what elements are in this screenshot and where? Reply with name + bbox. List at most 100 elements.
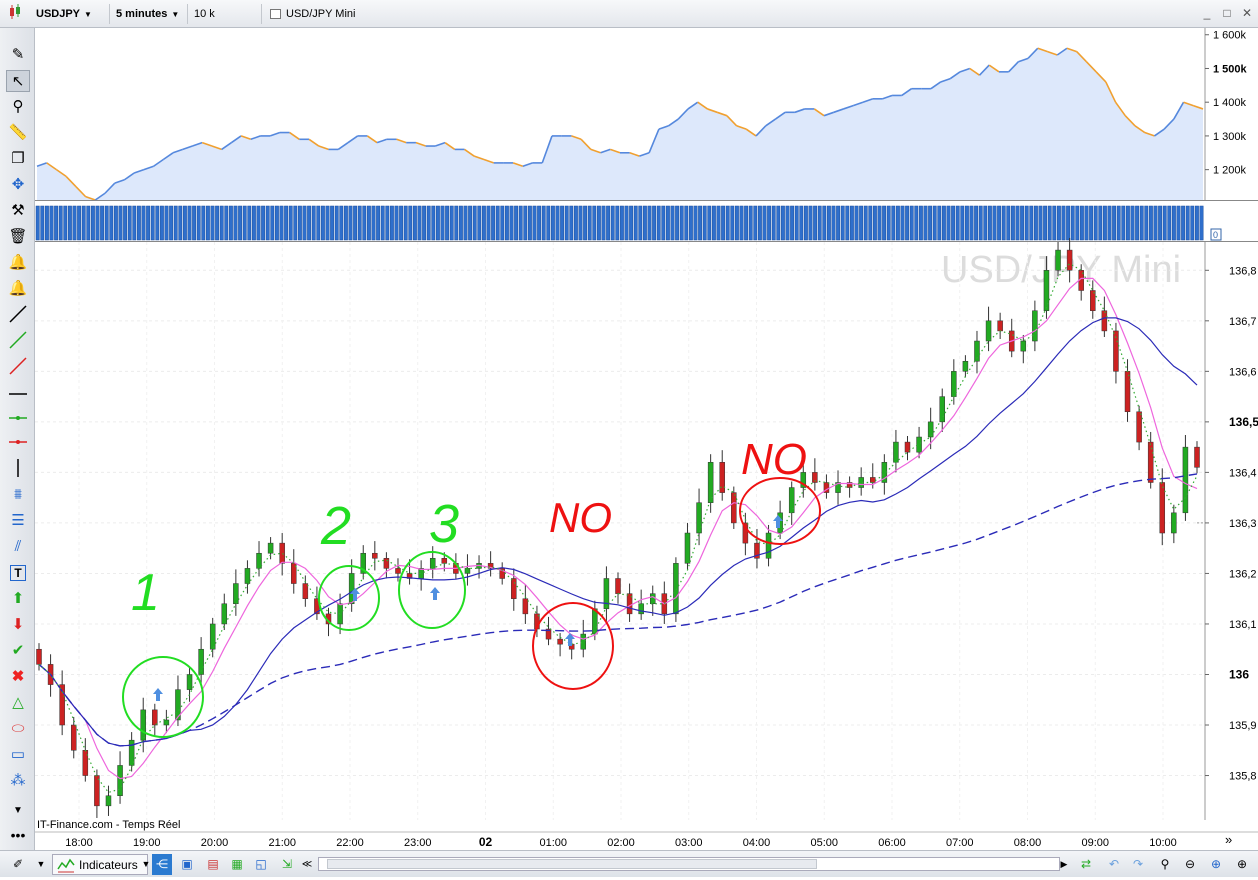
chart-title-text: USD/JPY Mini — [286, 8, 356, 20]
arrow-up-icon[interactable]: ⬆ — [6, 588, 30, 610]
time-tick-label: 10:00 — [1149, 837, 1177, 849]
volume-bar — [923, 205, 928, 241]
bell-icon[interactable]: 🔔 — [6, 278, 30, 300]
move-icon[interactable]: ✥ — [6, 174, 30, 196]
scroll-right-icon[interactable]: ▶ — [1058, 854, 1070, 875]
ruler-icon[interactable]: 📏 — [6, 122, 30, 144]
candle-body — [1171, 512, 1177, 534]
chevron-down-icon[interactable]: ▼ — [140, 854, 152, 875]
volume-bar — [610, 205, 615, 241]
close-button[interactable]: ✕ — [1240, 6, 1254, 20]
scroll-thumb[interactable] — [327, 859, 817, 869]
volume-bar — [785, 205, 790, 241]
volume-bar — [638, 205, 643, 241]
volume-bar — [675, 205, 680, 241]
volume-bar — [1162, 205, 1167, 241]
grid-icon[interactable]: ▦ — [228, 854, 246, 875]
chart-area[interactable]: 1 600k 1 500k 1 400k 1 300k 1 200k 0 USD/JPY M… — [35, 28, 1258, 850]
scroll-start-icon[interactable]: ≪ — [300, 854, 314, 875]
share-icon[interactable]: ⋲ — [152, 854, 172, 875]
zoom-in-icon[interactable]: ⊕ — [1206, 854, 1226, 875]
symbol-selector[interactable]: USDJPY ▼ — [32, 4, 110, 24]
volume-bar — [734, 205, 739, 241]
chart-svg[interactable]: 1 600k1 500k1 400k1 300k1 200k0USD/JPY M… — [35, 28, 1258, 850]
points-icon[interactable]: ⁂ — [6, 770, 30, 792]
table-icon[interactable]: ▤ — [204, 854, 222, 875]
sync-icon[interactable]: ⇄ — [1074, 854, 1098, 875]
volume-bar — [900, 205, 905, 241]
volume-bar — [914, 205, 919, 241]
volume-bar — [353, 205, 358, 241]
more-tools-down-icon[interactable]: ▼ — [6, 800, 30, 822]
chart-title: USD/JPY Mini — [264, 4, 384, 24]
data-source-label: IT-Finance.com - Temps Réel — [37, 819, 180, 831]
indicators-button[interactable]: Indicateurs — [52, 854, 148, 875]
line-green-icon[interactable] — [6, 330, 30, 352]
candle-body — [1194, 446, 1200, 468]
layout-icon[interactable]: ▣ — [178, 854, 196, 875]
fibonacci-icon[interactable]: ⩩ — [6, 484, 30, 506]
horizontal-scrollbar[interactable] — [318, 857, 1060, 871]
copy-icon[interactable]: ❐ — [6, 148, 30, 170]
trash-icon[interactable]: 🗑 — [6, 226, 30, 248]
volume-bar — [615, 205, 620, 241]
zoom-fit-icon[interactable]: ⚲ — [1154, 854, 1176, 875]
minimize-button[interactable]: _ — [1200, 6, 1214, 20]
candle-body — [1055, 249, 1061, 271]
chart-type-icon[interactable]: ◱ — [252, 854, 270, 875]
volume-bar — [1107, 205, 1112, 241]
cross-icon[interactable]: ✖ — [6, 666, 30, 688]
volume-bar — [1029, 205, 1034, 241]
crosshair-icon[interactable]: ⊕ — [1232, 854, 1252, 875]
vertical-line-icon[interactable] — [6, 458, 30, 480]
volume-bar — [1098, 205, 1103, 241]
candle-body — [70, 724, 77, 751]
maximize-button[interactable]: □ — [1220, 6, 1234, 20]
volume-bar — [1153, 205, 1158, 241]
units-selector[interactable]: 10 k unités▼ — [190, 4, 262, 40]
volume-bar — [1148, 205, 1153, 241]
volume-bar — [762, 205, 767, 241]
time-tick-label: 19:00 — [133, 837, 161, 849]
rectangle-icon[interactable]: ▭ — [6, 744, 30, 766]
alert-icon[interactable]: 🔔 — [6, 252, 30, 274]
volume-bar — [1116, 205, 1121, 241]
cursor-icon[interactable]: ↖ — [6, 70, 30, 92]
redo-icon[interactable]: ↷ — [1128, 854, 1148, 875]
horizontal-line-icon[interactable] — [6, 384, 30, 406]
volume-bar — [679, 205, 684, 241]
ellipse-icon[interactable]: ⬭ — [6, 718, 30, 740]
line-red-icon[interactable] — [6, 356, 30, 378]
triangle-icon[interactable]: △ — [6, 692, 30, 714]
volume-bar — [656, 205, 661, 241]
channel-icon[interactable]: ☰ — [6, 510, 30, 532]
candlestick-icon[interactable] — [4, 4, 24, 24]
drawing-mode-icon[interactable]: ✐ — [6, 854, 30, 875]
chevron-down-icon[interactable]: ▼ — [34, 854, 48, 875]
volume-bar — [1176, 205, 1181, 241]
export-icon[interactable]: ⇲ — [278, 854, 296, 875]
zoom-icon[interactable]: ⚲ — [6, 96, 30, 118]
pitchfork-icon[interactable]: ⫽ — [6, 536, 30, 558]
volume-bar — [458, 205, 463, 241]
candle-body — [684, 532, 691, 564]
more-dots-icon[interactable]: ••• — [6, 824, 30, 846]
line-black-icon[interactable] — [6, 304, 30, 326]
undo-icon[interactable]: ↶ — [1104, 854, 1124, 875]
zoom-out-icon[interactable]: ⊖ — [1180, 854, 1200, 875]
horizontal-green-icon[interactable] — [6, 408, 30, 430]
volume-bar — [730, 205, 735, 241]
horizontal-red-icon[interactable] — [6, 432, 30, 454]
timeframe-selector[interactable]: 5 minutes ▼ — [112, 4, 188, 24]
volume-bar — [141, 205, 146, 241]
magnet-icon[interactable]: ⚒ — [6, 200, 30, 222]
check-icon[interactable]: ✔ — [6, 640, 30, 662]
pencil-icon[interactable]: ✎ — [6, 44, 30, 66]
volume-bar — [808, 205, 813, 241]
volume-bar — [90, 205, 95, 241]
text-icon[interactable]: T — [6, 562, 30, 584]
volume-bar — [877, 205, 882, 241]
volume-bar — [803, 205, 808, 241]
candle-body — [1159, 482, 1166, 534]
arrow-down-icon[interactable]: ⬇ — [6, 614, 30, 636]
